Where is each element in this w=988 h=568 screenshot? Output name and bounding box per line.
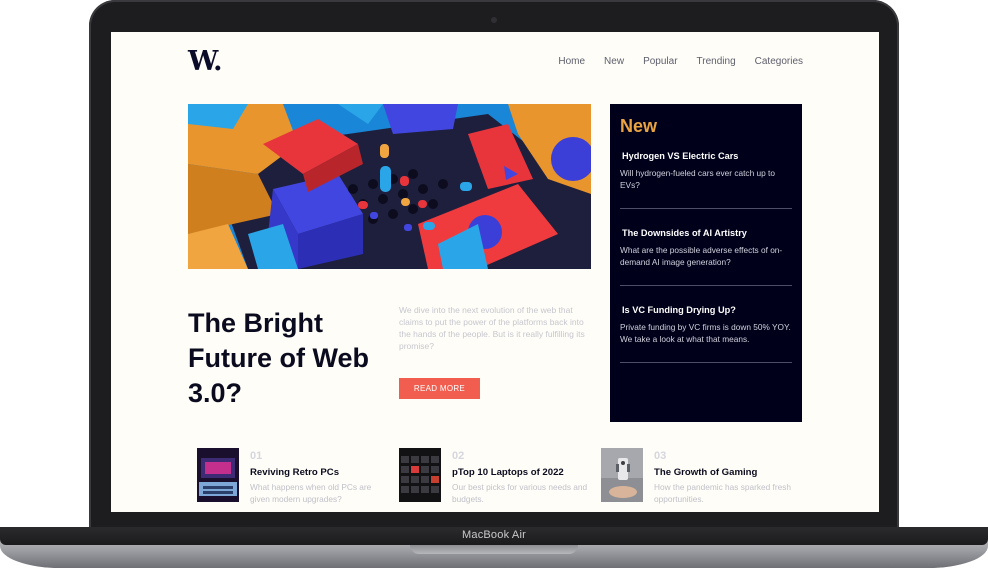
hero-intro: We dive into the next evolution of the w… xyxy=(399,305,585,351)
article-title[interactable]: Reviving Retro PCs xyxy=(250,467,339,478)
camera-icon xyxy=(491,17,497,23)
nav-categories[interactable]: Categories xyxy=(755,56,803,67)
nav-new[interactable]: New xyxy=(604,56,624,67)
device-label: MacBook Air xyxy=(462,529,526,541)
article-desc: Our best picks for various needs and bud… xyxy=(452,482,588,504)
article-number: 01 xyxy=(250,450,263,462)
article-thumbnail[interactable] xyxy=(399,448,441,502)
new-item[interactable]: The Downsides of AI Artistry What are th… xyxy=(620,228,792,286)
new-panel-title: New xyxy=(620,116,658,136)
new-item-title[interactable]: Hydrogen VS Electric Cars xyxy=(622,151,792,161)
article-card[interactable]: 03 The Growth of Gaming How the pandemic… xyxy=(601,448,793,508)
article-card[interactable]: 01 Reviving Retro PCs What happens when … xyxy=(197,448,389,508)
new-item[interactable]: Hydrogen VS Electric Cars Will hydrogen-… xyxy=(620,151,792,209)
new-panel: New Hydrogen VS Electric Cars Will hydro… xyxy=(610,104,802,422)
new-item[interactable]: Is VC Funding Drying Up? Private funding… xyxy=(620,305,792,363)
nav-home[interactable]: Home xyxy=(558,56,585,67)
article-title[interactable]: pTop 10 Laptops of 2022 xyxy=(452,467,564,478)
new-item-desc: Will hydrogen-fueled cars ever catch up … xyxy=(620,168,775,190)
site-logo[interactable]: W. xyxy=(188,46,223,77)
read-more-button[interactable]: READ MORE xyxy=(399,378,480,399)
article-number: 03 xyxy=(654,450,667,462)
article-desc: How the pandemic has sparked fresh oppor… xyxy=(654,482,791,504)
article-card[interactable]: 02 pTop 10 Laptops of 2022 Our best pick… xyxy=(399,448,591,508)
new-item-desc: Private funding by VC firms is down 50% … xyxy=(620,322,791,344)
laptop-notch xyxy=(410,545,578,554)
screen: W. Home New Popular Trending Categories xyxy=(111,32,879,512)
article-number: 02 xyxy=(452,450,465,462)
hero-image[interactable] xyxy=(188,104,591,269)
nav-trending[interactable]: Trending xyxy=(697,56,736,67)
new-item-desc: What are the possible adverse effects of… xyxy=(620,245,783,267)
article-thumbnail[interactable] xyxy=(601,448,643,502)
main-nav: Home New Popular Trending Categories xyxy=(539,56,803,67)
hero-title[interactable]: The Bright Future of Web 3.0? xyxy=(188,306,378,411)
article-title[interactable]: The Growth of Gaming xyxy=(654,467,757,478)
new-item-title[interactable]: Is VC Funding Drying Up? xyxy=(622,305,792,315)
article-desc: What happens when old PCs are given mode… xyxy=(250,482,372,504)
nav-popular[interactable]: Popular xyxy=(643,56,677,67)
new-item-title[interactable]: The Downsides of AI Artistry xyxy=(622,228,792,238)
article-thumbnail[interactable] xyxy=(197,448,239,502)
